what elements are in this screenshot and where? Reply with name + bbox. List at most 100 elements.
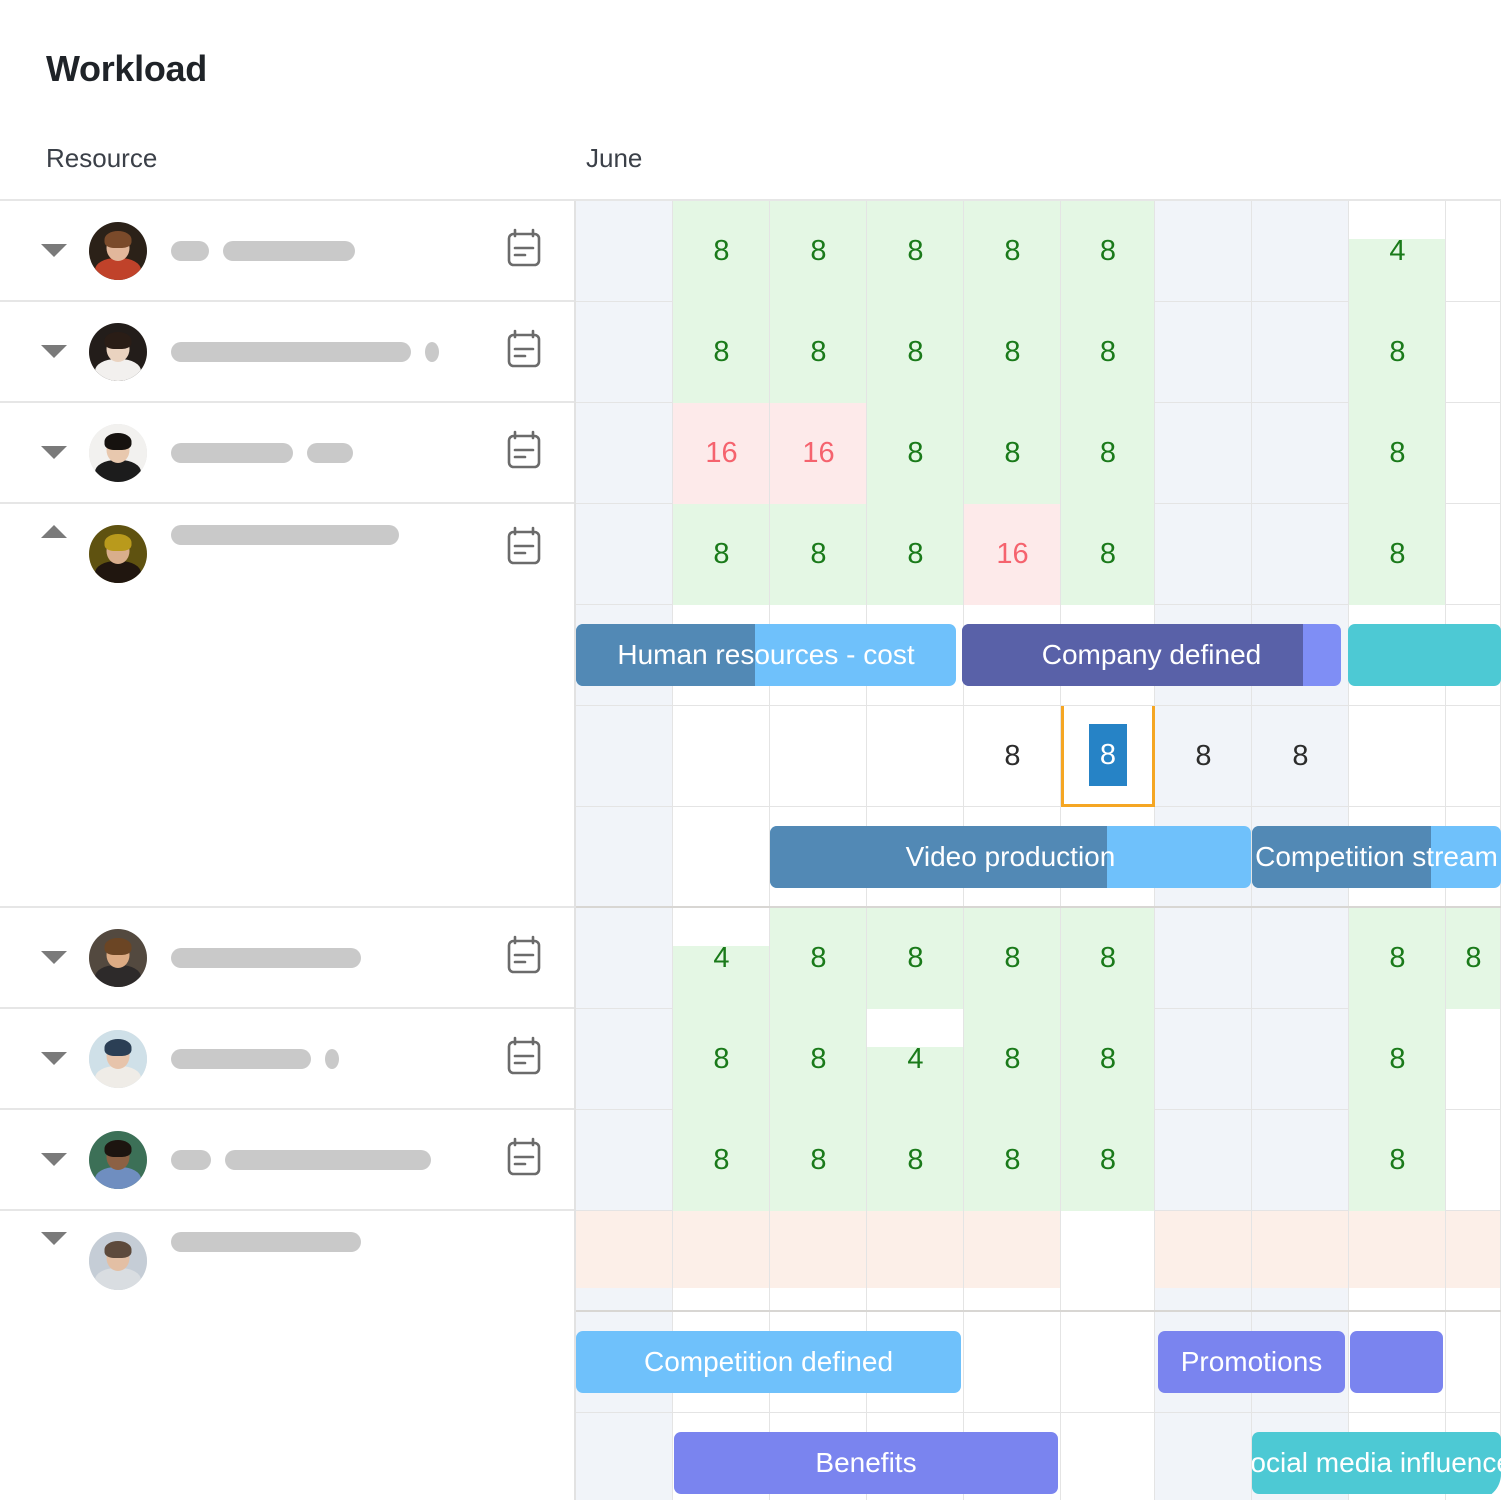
capacity-cell[interactable]: 8	[964, 1009, 1061, 1110]
chevron-down-icon[interactable]	[41, 345, 67, 358]
capacity-cell[interactable]	[576, 1211, 673, 1312]
resource-row[interactable]	[0, 403, 574, 504]
resource-row[interactable]	[0, 201, 574, 302]
calendar-icon[interactable]	[504, 429, 544, 476]
capacity-cell[interactable]: 8	[1061, 1009, 1155, 1110]
selected-capacity-cell[interactable]: 8	[1061, 706, 1155, 807]
capacity-cell[interactable]	[964, 1211, 1061, 1312]
gantt-task-label: Video production	[905, 841, 1116, 872]
capacity-cell[interactable]: 8	[867, 908, 964, 1009]
gantt-task-bar[interactable]: Benefits	[674, 1432, 1058, 1494]
capacity-cell[interactable]: 8	[964, 403, 1061, 504]
calendar-icon[interactable]	[504, 227, 544, 274]
capacity-cell[interactable]: 8	[964, 706, 1061, 807]
capacity-cell[interactable]: 4	[867, 1009, 964, 1110]
capacity-cell[interactable]: 8	[770, 1110, 867, 1211]
placeholder-bar	[225, 1149, 431, 1170]
chevron-down-icon[interactable]	[41, 446, 67, 459]
gantt-task-bar[interactable]: Competition defined	[576, 1331, 961, 1393]
capacity-cell[interactable]: 8	[964, 908, 1061, 1009]
avatar	[89, 221, 147, 280]
capacity-cell[interactable]: 8	[1349, 504, 1446, 605]
capacity-cell[interactable]: 8	[673, 201, 770, 302]
gantt-task-bar[interactable]: Social media influencer	[1252, 1432, 1501, 1494]
calendar-icon[interactable]	[504, 1035, 544, 1082]
capacity-cell[interactable]: 8	[770, 504, 867, 605]
timeline-grid[interactable]: 8 8 8 8 8 4 8 8 8 8 8 8 16 16 8 8 8 8 8 8 8 16 8 8 4 8 8 8 8 8 8 8 8 4 8 8 8…	[576, 201, 1501, 1500]
resource-row[interactable]	[0, 1009, 574, 1110]
gantt-task-bar[interactable]: Promotions	[1158, 1331, 1345, 1393]
capacity-cell[interactable]: 8	[1061, 302, 1155, 403]
gantt-task-bar[interactable]: Company defined	[962, 624, 1341, 686]
gantt-task-bar[interactable]	[1348, 624, 1501, 686]
capacity-cell[interactable]: 8	[673, 302, 770, 403]
gantt-task-bar[interactable]: Video production	[770, 826, 1251, 888]
capacity-value: 8	[810, 1043, 827, 1075]
chevron-down-icon[interactable]	[41, 1232, 67, 1245]
capacity-cell[interactable]: 8	[673, 1110, 770, 1211]
resource-row[interactable]	[0, 504, 574, 908]
calendar-icon[interactable]	[504, 1136, 544, 1183]
capacity-cell[interactable]: 8	[1349, 908, 1446, 1009]
capacity-cell[interactable]: 8	[964, 302, 1061, 403]
capacity-cell[interactable]	[770, 1211, 867, 1312]
capacity-cell[interactable]	[1446, 1211, 1501, 1312]
capacity-cell[interactable]: 8	[770, 908, 867, 1009]
capacity-value: 8	[1389, 538, 1406, 570]
capacity-cell[interactable]: 8	[1061, 908, 1155, 1009]
capacity-cell[interactable]: 8	[1349, 1110, 1446, 1211]
capacity-cell[interactable]: 16	[673, 403, 770, 504]
capacity-cell[interactable]: 8	[673, 1009, 770, 1110]
capacity-cell[interactable]: 8	[770, 201, 867, 302]
gantt-task-bar[interactable]: Competition stream	[1252, 826, 1501, 888]
capacity-cell[interactable]	[1349, 1211, 1446, 1312]
capacity-cell[interactable]: 8	[1155, 706, 1252, 807]
calendar-icon[interactable]	[504, 934, 544, 981]
resource-row[interactable]	[0, 302, 574, 403]
chevron-up-icon[interactable]	[41, 525, 67, 538]
gantt-task-bar[interactable]	[1350, 1331, 1443, 1393]
capacity-cell[interactable]	[1252, 1211, 1349, 1312]
capacity-cell[interactable]: 8	[1061, 1110, 1155, 1211]
calendar-icon[interactable]	[504, 525, 544, 572]
capacity-cell[interactable]: 8	[867, 1110, 964, 1211]
capacity-cell[interactable]: 16	[964, 504, 1061, 605]
capacity-cell[interactable]: 8	[1061, 201, 1155, 302]
capacity-cell[interactable]: 8	[1349, 1009, 1446, 1110]
resource-row[interactable]	[0, 908, 574, 1009]
chevron-down-icon[interactable]	[41, 1052, 67, 1065]
capacity-cell[interactable]: 8	[964, 1110, 1061, 1211]
capacity-cell[interactable]: 8	[964, 201, 1061, 302]
chevron-down-icon[interactable]	[41, 951, 67, 964]
capacity-value: 8	[713, 538, 730, 570]
capacity-cell[interactable]: 4	[1349, 201, 1446, 302]
capacity-cell[interactable]: 8	[770, 302, 867, 403]
gantt-task-bar[interactable]: Human resources - cost	[576, 624, 956, 686]
capacity-cell[interactable]: 8	[1446, 908, 1501, 1009]
capacity-cell[interactable]: 8	[673, 504, 770, 605]
capacity-value: 8	[1004, 1144, 1021, 1176]
capacity-cell[interactable]	[673, 1211, 770, 1312]
capacity-cell[interactable]: 8	[1061, 504, 1155, 605]
capacity-cell[interactable]	[867, 1211, 964, 1312]
capacity-cell[interactable]: 8	[1349, 403, 1446, 504]
capacity-cell[interactable]	[1155, 1211, 1252, 1312]
capacity-cell[interactable]: 8	[1061, 403, 1155, 504]
capacity-cell[interactable]: 8	[770, 1009, 867, 1110]
capacity-cell[interactable]: 16	[770, 403, 867, 504]
gantt-task-label: Social media influencer	[1252, 1447, 1501, 1478]
placeholder-bar	[171, 1048, 311, 1069]
gantt-task-label: Benefits	[815, 1447, 917, 1478]
capacity-cell[interactable]: 8	[867, 302, 964, 403]
capacity-cell[interactable]: 8	[867, 504, 964, 605]
chevron-down-icon[interactable]	[41, 1153, 67, 1166]
capacity-cell[interactable]: 4	[673, 908, 770, 1009]
capacity-cell[interactable]: 8	[1252, 706, 1349, 807]
capacity-cell[interactable]: 8	[1349, 302, 1446, 403]
capacity-cell[interactable]: 8	[867, 201, 964, 302]
calendar-icon[interactable]	[504, 328, 544, 375]
resource-row[interactable]	[0, 1211, 574, 1500]
chevron-down-icon[interactable]	[41, 244, 67, 257]
capacity-cell[interactable]: 8	[867, 403, 964, 504]
resource-row[interactable]	[0, 1110, 574, 1211]
